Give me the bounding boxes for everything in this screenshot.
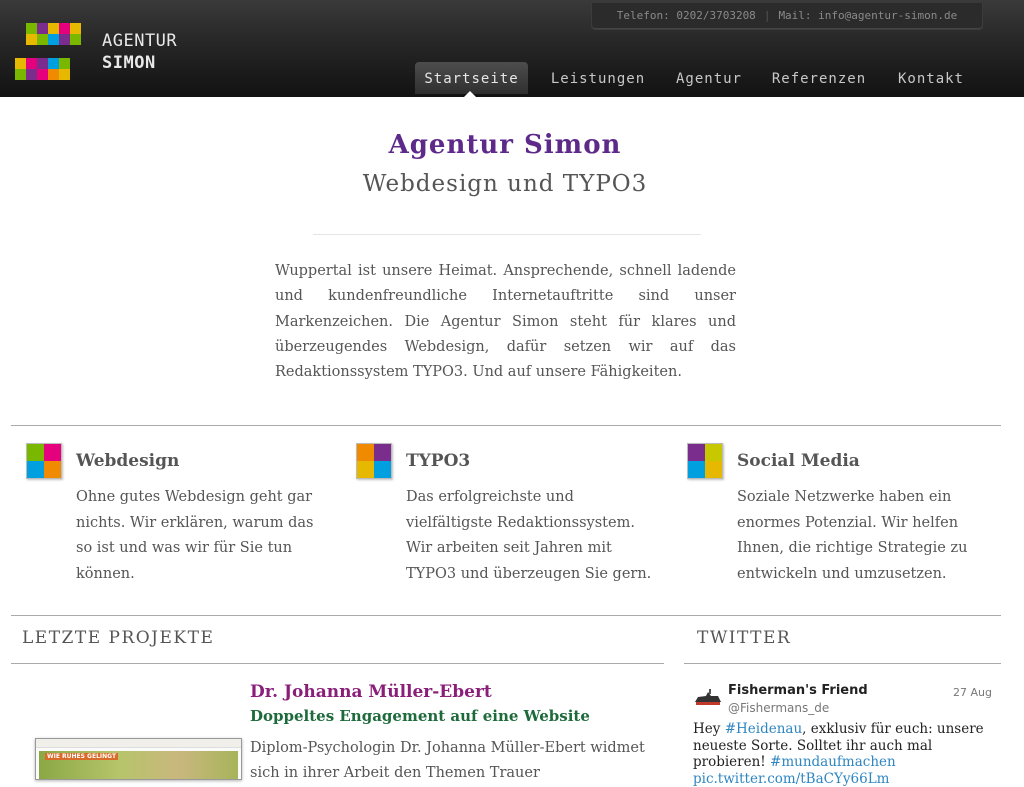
project-text: Diplom-Psychologin Dr. Johanna Müller-Eb… (250, 740, 645, 781)
nav-startseite[interactable]: Startseite (415, 62, 528, 94)
nav-agentur[interactable]: Agentur (669, 62, 749, 94)
project-subtitle: Doppeltes Engagement auf eine Website (250, 707, 590, 725)
twitter-heading-rule (684, 663, 1001, 664)
nav-kontakt[interactable]: Kontakt (893, 62, 969, 94)
thumbnail-banner: WIE RUHES GELINGT (39, 751, 238, 779)
tweet-text: Hey #Heidenau, exklusiv für euch: unsere… (693, 721, 998, 787)
service-text: Soziale Netzwerke haben ein enormes Pote… (737, 489, 968, 582)
tweet-hashtag-heidenau[interactable]: #Heidenau (725, 721, 802, 737)
contact-separator: | (763, 9, 771, 22)
logo-mark (14, 23, 84, 83)
typo3-icon (356, 443, 392, 479)
webdesign-icon (26, 443, 62, 479)
project-thumbnail[interactable]: WIE RUHES GELINGT (35, 738, 242, 780)
twitter-heading: TWITTER (697, 628, 792, 648)
site-header: AGENTUR SIMON Telefon: 0202/3703208 | Mail… (0, 0, 1024, 97)
service-title[interactable]: TYPO3 (406, 451, 470, 471)
intro-text: Wuppertal ist unsere Heimat. Ansprechend… (275, 263, 736, 381)
logo-line-1: AGENTUR (102, 31, 178, 51)
active-nav-indicator (464, 91, 476, 97)
twitter-avatar[interactable] (694, 688, 722, 708)
thumbnail-topbar (36, 739, 241, 748)
service-text: Ohne gutes Webdesign geht gar nichts. Wi… (76, 489, 314, 582)
projects-heading-rule (11, 663, 664, 664)
social-media-icon (687, 443, 723, 479)
page-subtitle: Webdesign und TYPO3 (362, 171, 648, 197)
contact-phone[interactable]: Telefon: 0202/3703208 (617, 9, 756, 22)
logo[interactable]: AGENTUR SIMON (14, 23, 189, 83)
tweet-date[interactable]: 27 Aug (953, 686, 992, 699)
nav-leistungen[interactable]: Leistungen (543, 62, 653, 94)
logo-line-2: SIMON (102, 53, 156, 73)
hero-divider (313, 234, 701, 235)
projects-heading: LETZTE PROJEKTE (22, 628, 215, 648)
project-name[interactable]: Dr. Johanna Müller-Ebert (250, 682, 492, 702)
tweet-user-name[interactable]: Fisherman's Friend (728, 683, 868, 698)
contact-mail[interactable]: Mail: info@agentur-simon.de (778, 9, 957, 22)
service-title[interactable]: Webdesign (76, 451, 179, 471)
service-text: Das erfolgreichste und vielfältigste Red… (406, 489, 652, 582)
tweet-handle[interactable]: @Fishermans_de (728, 701, 829, 715)
section-divider (11, 615, 1001, 616)
contact-bar: Telefon: 0202/3703208 | Mail: info@agentur… (591, 3, 983, 30)
tweet-text-start: Hey (693, 721, 725, 737)
service-title[interactable]: Social Media (737, 451, 860, 471)
thumbnail-banner-text: WIE RUHES GELINGT (45, 753, 119, 760)
tweet-media-link[interactable]: pic.twitter.com/tBaCYy66Lm (693, 771, 889, 787)
nav-referenzen[interactable]: Referenzen (769, 62, 869, 94)
logo-text: AGENTUR SIMON (102, 30, 177, 74)
page-title: Agentur Simon (388, 130, 622, 160)
section-divider (11, 425, 1001, 426)
